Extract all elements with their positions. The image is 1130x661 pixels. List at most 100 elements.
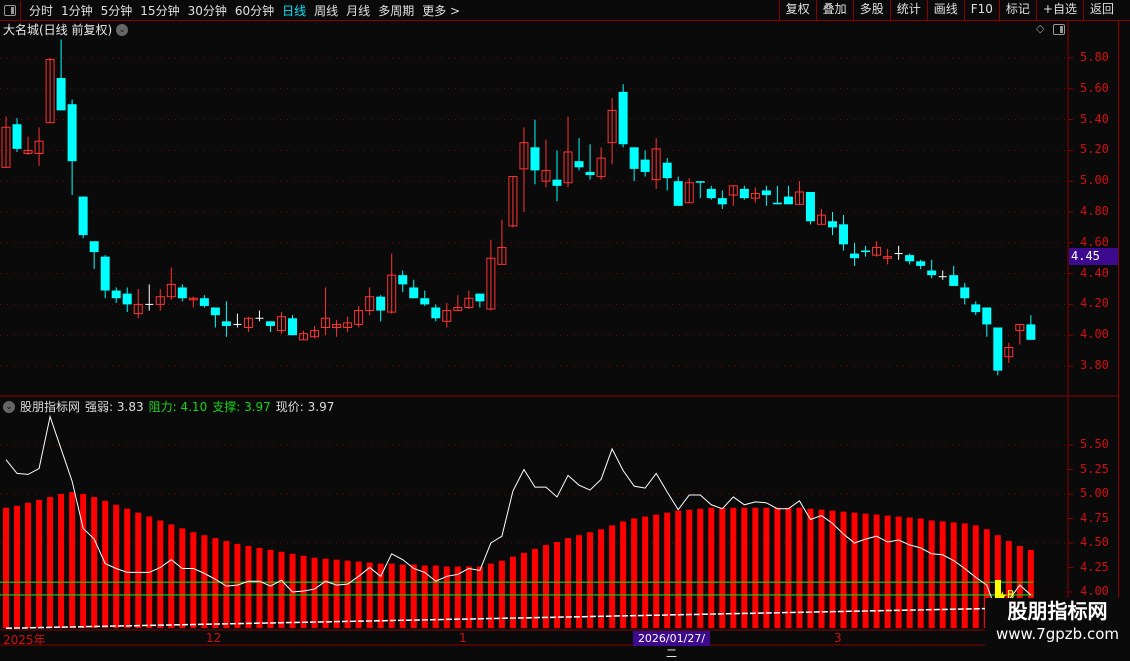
indicator-tick-label: 5.25 <box>1080 461 1109 476</box>
period-tab-6[interactable]: 日线 <box>278 2 310 19</box>
candle-body-up <box>442 310 452 322</box>
indicator-bar <box>928 520 935 628</box>
indicator-bar <box>520 552 527 628</box>
indicator-bar <box>234 543 241 628</box>
candle-body-up <box>133 303 143 315</box>
period-tab-0[interactable]: 分时 <box>25 2 57 19</box>
indicator-bar <box>322 558 329 628</box>
watermark-title: 股朋指标网 <box>1007 599 1108 623</box>
time-label: 1 <box>459 631 467 645</box>
period-tab-1[interactable]: 1分钟 <box>57 2 97 19</box>
candle-body-down <box>288 318 298 336</box>
candle-body-down <box>67 104 77 162</box>
candle-body-up <box>23 149 33 154</box>
chevron-down-icon[interactable]: ⌄ <box>116 23 129 36</box>
candle-body-down <box>982 307 992 325</box>
indicator-bar <box>190 532 197 628</box>
candle-body-down <box>89 241 99 253</box>
toolbar-button-7[interactable]: +自选 <box>1035 0 1083 20</box>
chevron-down-icon[interactable]: ⌄ <box>3 400 15 413</box>
toolbar-button-1[interactable]: 叠加 <box>815 0 853 20</box>
period-tab-4[interactable]: 30分钟 <box>184 2 231 19</box>
candle-body-up <box>34 140 44 154</box>
candle-body-down <box>706 188 716 199</box>
indicator-bar <box>476 566 483 628</box>
indicator-bar <box>509 556 516 628</box>
indicator-bar <box>300 555 307 628</box>
toolbar-button-2[interactable]: 多股 <box>852 0 890 20</box>
candle-body-up <box>343 322 353 329</box>
price-tick-label: 4.60 <box>1080 234 1109 249</box>
candle-body-up <box>508 176 518 227</box>
indicator-bar <box>212 538 219 628</box>
time-label: 2025年 <box>3 633 46 647</box>
side-panel-edge[interactable] <box>1118 20 1130 630</box>
indicator-bar <box>410 564 417 628</box>
indicator-bar <box>168 524 175 628</box>
toolbar-button-6[interactable]: 标记 <box>998 0 1036 20</box>
candle-body-up <box>519 142 529 170</box>
indicator-bar <box>884 515 891 628</box>
indicator-bar <box>686 509 693 628</box>
candle-body-down <box>199 298 209 306</box>
candle-body-down <box>640 159 650 172</box>
toolbar-button-8[interactable]: 返回 <box>1082 0 1120 20</box>
candle-body-up <box>45 59 55 124</box>
indicator-bar <box>873 514 880 628</box>
indicator-tick-label: 5.50 <box>1080 437 1109 451</box>
candle-body-down <box>585 171 595 176</box>
panel-toggle-button[interactable] <box>0 0 21 20</box>
period-tab-3[interactable]: 15分钟 <box>136 2 183 19</box>
indicator-bar <box>653 514 660 628</box>
indicator-bar <box>785 507 792 628</box>
indicator-tick-label: 5.00 <box>1080 486 1109 500</box>
period-tab-10[interactable]: 更多 > <box>418 2 464 19</box>
candle-body-down <box>12 124 22 149</box>
resistance-value: 4.10 <box>180 400 208 414</box>
candle-body-down <box>695 181 705 183</box>
period-tab-5[interactable]: 60分钟 <box>231 2 278 19</box>
period-tab-7[interactable]: 周线 <box>310 2 342 19</box>
price-tick-label: 4.00 <box>1080 327 1109 342</box>
sidebar-toggle-icon <box>4 4 16 16</box>
candle-body-down <box>574 161 584 168</box>
support-label: 支撑: <box>212 400 241 414</box>
candle-body-down <box>717 198 727 205</box>
diamond-icon[interactable]: ◇ <box>1036 22 1044 35</box>
indicator-bar <box>80 494 87 628</box>
price-tick-label: 5.00 <box>1080 173 1109 188</box>
close-price-line <box>5 414 1032 616</box>
candle-body-down <box>265 321 275 326</box>
period-tab-2[interactable]: 5分钟 <box>97 2 137 19</box>
indicator-tick-label: 4.75 <box>1080 510 1109 525</box>
indicator-bar <box>432 565 439 628</box>
indicator-bar <box>950 522 957 628</box>
toolbar-button-4[interactable]: 画线 <box>926 0 964 20</box>
indicator-bar <box>774 507 781 628</box>
candle-body-down <box>971 304 981 313</box>
indicator-tick-label: 4.00 <box>1080 584 1109 598</box>
candle-body-down <box>850 253 860 259</box>
indicator-bar <box>135 512 142 628</box>
watermark-url: www.7gpzb.com <box>996 625 1119 643</box>
indicator-bar <box>91 496 98 628</box>
candle-body-down <box>177 287 187 299</box>
indicator-bar <box>917 518 924 628</box>
panel-toggle-icon[interactable] <box>1053 24 1065 35</box>
indicator-tick-label: 4.25 <box>1080 559 1109 574</box>
period-tab-8[interactable]: 月线 <box>342 2 374 19</box>
indicator-bar <box>730 507 737 628</box>
candle-body-up <box>1015 323 1025 332</box>
period-tab-9[interactable]: 多周期 <box>374 2 418 19</box>
indicator-bar <box>531 548 538 628</box>
resistance-label: 阻力: <box>148 400 177 414</box>
chart-title-bar: 大名城(日线 前复权) ⌄ <box>3 21 129 38</box>
candle-body-down <box>861 250 871 253</box>
toolbar-button-0[interactable]: 复权 <box>778 0 816 20</box>
candle-body-up <box>872 246 882 256</box>
candle-body-down <box>221 321 231 326</box>
candle-body-up <box>299 333 309 341</box>
candle-body-down <box>916 261 926 266</box>
toolbar-button-5[interactable]: F10 <box>963 0 999 20</box>
toolbar-button-3[interactable]: 统计 <box>889 0 927 20</box>
